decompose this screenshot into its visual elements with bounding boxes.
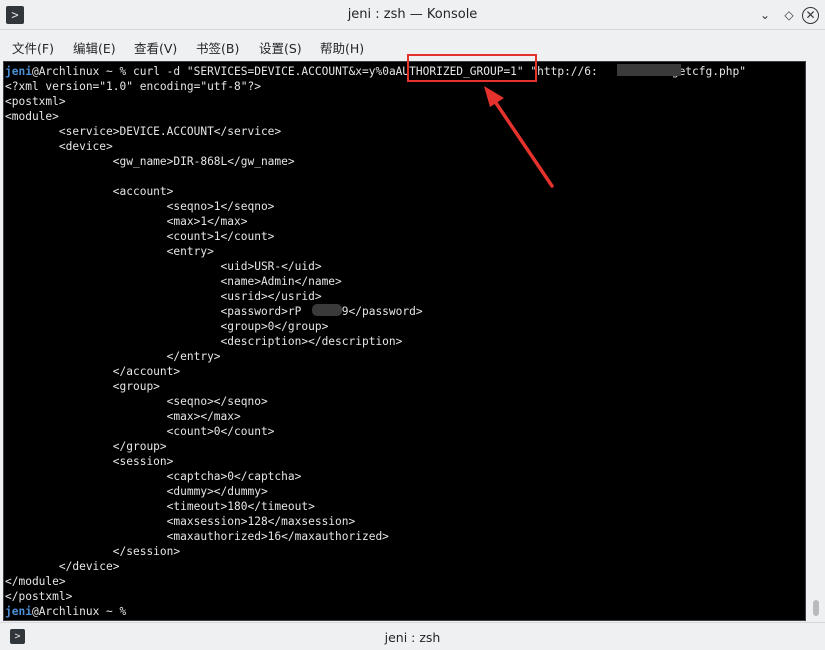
output-line: <usrid></usrid> bbox=[5, 290, 322, 303]
output-line: </postxml> bbox=[5, 590, 73, 603]
title-bar: > jeni : zsh — Konsole ⌄ ◇ ✕ bbox=[0, 0, 825, 30]
menu-file[interactable]: 文件(F) bbox=[12, 38, 54, 57]
output-line: <seqno>1</seqno> bbox=[5, 200, 275, 213]
menu-edit[interactable]: 编辑(E) bbox=[73, 38, 116, 57]
scrollbar[interactable] bbox=[809, 61, 823, 621]
output-line: <name>Admin</name> bbox=[5, 275, 342, 288]
output-line: <uid>USR-</uid> bbox=[5, 260, 322, 273]
output-line: </session> bbox=[5, 545, 181, 558]
output-line: </account> bbox=[5, 365, 181, 378]
redaction-ip bbox=[617, 64, 681, 76]
redaction-password bbox=[312, 304, 342, 316]
menu-settings[interactable]: 设置(S) bbox=[259, 38, 302, 57]
terminal-view[interactable]: jeni@Archlinux ~ % curl -d "SERVICES=DEV… bbox=[3, 61, 806, 621]
output-line: <maxsession>128</maxsession> bbox=[5, 515, 356, 528]
output-line: <timeout>180</timeout> bbox=[5, 500, 315, 513]
output-line: <gw_name>DIR-868L</gw_name> bbox=[5, 155, 295, 168]
output-line: <description></description> bbox=[5, 335, 403, 348]
output-line: <?xml version="1.0" encoding="utf-8"?> bbox=[5, 80, 261, 93]
output-line: <password>rP 9</password> bbox=[5, 305, 423, 318]
output-line: <entry> bbox=[5, 245, 214, 258]
output-line: <group>0</group> bbox=[5, 320, 329, 333]
output-line: <count>1</count> bbox=[5, 230, 275, 243]
output-line: <account> bbox=[5, 185, 174, 198]
minimize-button[interactable]: ⌄ bbox=[756, 6, 774, 24]
output-block: <?xml version="1.0" encoding="utf-8"?> <p… bbox=[5, 79, 746, 604]
output-line: <max></max> bbox=[5, 410, 241, 423]
menu-help[interactable]: 帮助(H) bbox=[320, 38, 364, 57]
output-line: <count>0</count> bbox=[5, 425, 275, 438]
tab-title[interactable]: jeni : zsh bbox=[0, 630, 825, 645]
menu-view[interactable]: 查看(V) bbox=[134, 38, 177, 57]
menu-bookmarks[interactable]: 书签(B) bbox=[196, 38, 239, 57]
highlight-box bbox=[407, 54, 537, 82]
output-line: </module> bbox=[5, 575, 66, 588]
output-line: <device> bbox=[5, 140, 113, 153]
output-line: <seqno></seqno> bbox=[5, 395, 268, 408]
output-line: </device> bbox=[5, 560, 120, 573]
final-prompt-line: jeni@Archlinux ~ % bbox=[5, 604, 746, 619]
output-line: <service>DEVICE.ACCOUNT</service> bbox=[5, 125, 282, 138]
terminal-output: jeni@Archlinux ~ % curl -d "SERVICES=DEV… bbox=[5, 64, 746, 619]
prompt-host: @Archlinux ~ % bbox=[31, 65, 133, 78]
output-line: <group> bbox=[5, 380, 160, 393]
final-prompt-user: jeni bbox=[5, 605, 32, 618]
output-line: <captcha>0</captcha> bbox=[5, 470, 302, 483]
output-line: <session> bbox=[5, 455, 174, 468]
output-line: <module> bbox=[5, 110, 59, 123]
output-line: <max>1</max> bbox=[5, 215, 248, 228]
close-button[interactable]: ✕ bbox=[802, 7, 819, 24]
tab-bar: > jeni : zsh bbox=[0, 622, 825, 650]
output-line: </entry> bbox=[5, 350, 221, 363]
output-line: </group> bbox=[5, 440, 167, 453]
final-prompt-host: @Archlinux ~ % bbox=[31, 605, 133, 618]
keep-above-button[interactable]: ◇ bbox=[780, 6, 798, 24]
output-line: <maxauthorized>16</maxauthorized> bbox=[5, 530, 389, 543]
scrollbar-thumb[interactable] bbox=[813, 600, 819, 616]
output-line: <dummy></dummy> bbox=[5, 485, 268, 498]
window-title: jeni : zsh — Konsole bbox=[347, 7, 478, 22]
output-line: <postxml> bbox=[5, 95, 66, 108]
prompt-user: jeni bbox=[5, 65, 32, 78]
